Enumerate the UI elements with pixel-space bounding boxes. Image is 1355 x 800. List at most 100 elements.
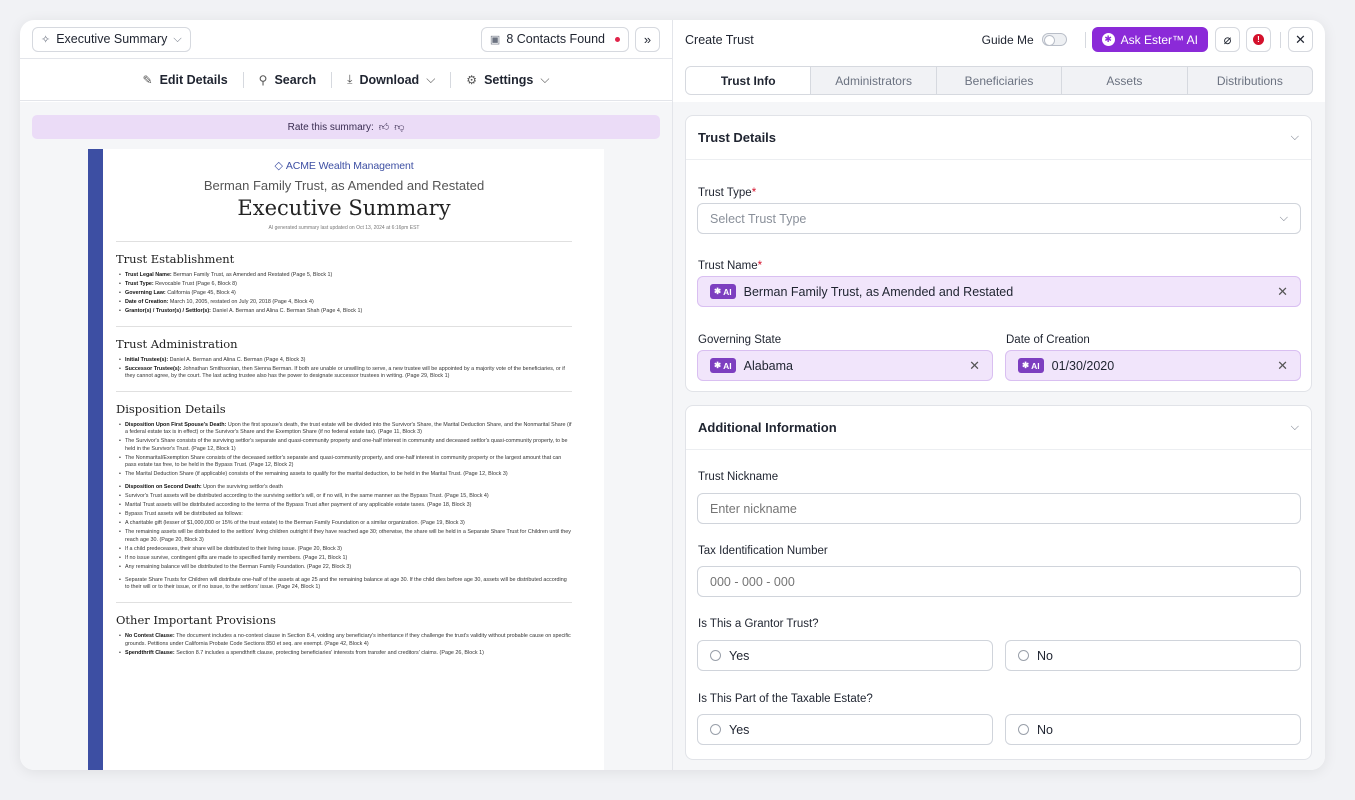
edit-details-button[interactable]: ✎ Edit Details (128, 73, 243, 87)
divider (116, 241, 572, 242)
ask-ester-button[interactable]: ✱ Ask Ester™ AI (1091, 27, 1208, 52)
document-viewer[interactable]: Rate this summary: 👍︎ 👎︎ ◇ ACME Wealth Ma… (20, 102, 672, 770)
ai-badge: ✱ AI (710, 358, 736, 373)
radio-button (1018, 724, 1029, 735)
summary-bullet: Successor Trustee(s): Johnathan Smithson… (116, 366, 572, 381)
summary-selector-label: Executive Summary (56, 32, 168, 46)
thumbs-down-icon[interactable]: 👎︎ (394, 121, 404, 133)
document-sections: Trust Establishment Trust Legal Name: Ber… (116, 252, 572, 657)
clear-icon[interactable]: ✕ (1277, 284, 1288, 300)
governing-state-value: Alabama (743, 358, 793, 373)
settings-button[interactable]: ⚙ Settings ⌵ (451, 72, 564, 87)
yes-label: Yes (729, 648, 750, 663)
bullet-text: California (Page 45, Block 4) (165, 289, 236, 296)
trust-details-header[interactable]: Trust Details ⌵ (686, 116, 1311, 160)
tab-distributions[interactable]: Distributions (1186, 67, 1312, 94)
tab-beneficiaries[interactable]: Beneficiaries (935, 67, 1061, 94)
pane-title: Create Trust (685, 32, 754, 47)
rate-summary-bar: Rate this summary: 👍︎ 👎︎ (32, 115, 660, 139)
section-heading: Disposition Details (116, 401, 226, 416)
summary-bullet: Survivor's Trust assets will be distribu… (116, 493, 572, 501)
taxable-no-option[interactable]: No (1005, 714, 1301, 745)
additional-info-header[interactable]: Additional Information ⌵ (686, 406, 1311, 450)
clear-icon[interactable]: ✕ (1277, 358, 1288, 374)
chevron-down-icon: ⌵ (173, 32, 182, 45)
summary-header: ✧ Executive Summary ⌵ ▣ 8 Contacts Found… (20, 20, 672, 59)
contact-card-icon: ▣ (489, 33, 501, 46)
tin-input[interactable] (698, 567, 1300, 596)
gear-icon: ⚙ (466, 72, 478, 87)
contacts-found-button[interactable]: ▣ 8 Contacts Found (480, 26, 629, 52)
chevron-down-icon: ⌵ (540, 72, 550, 86)
alert-icon: ! (1253, 34, 1264, 45)
section-heading: Other Important Provisions (116, 613, 276, 628)
bullet-text: Revocable Trust (Page 6, Block 8) (153, 280, 237, 287)
bullet-key: Spendthrift Clause: (125, 649, 175, 656)
summary-bullet: The Nonmarital/Exemption Share consists … (116, 455, 572, 470)
alert-button[interactable]: ! (1246, 27, 1271, 52)
search-button[interactable]: ⚲ Search (244, 73, 332, 87)
trust-name-field[interactable]: ✱ AI Berman Family Trust, as Amended and … (697, 276, 1301, 307)
diamond-logo-icon: ◇ (274, 160, 283, 172)
tab-trust-info[interactable]: Trust Info (686, 67, 811, 94)
brand-name: ACME Wealth Management (285, 160, 414, 172)
nickname-input-wrapper (697, 493, 1301, 524)
yes-label: Yes (729, 722, 750, 737)
summary-document: ◇ ACME Wealth Management Berman Family Tr… (88, 149, 604, 770)
guide-me-toggle[interactable] (1041, 33, 1067, 46)
document-subtitle: Berman Family Trust, as Amended and Rest… (203, 178, 485, 193)
document-content: ◇ ACME Wealth Management Berman Family Tr… (116, 149, 572, 659)
expand-pane-button[interactable]: » (635, 26, 660, 52)
summary-bullet: Disposition Upon First Spouse's Death: U… (116, 422, 572, 437)
thumbs-up-icon[interactable]: 👍︎ (379, 121, 389, 133)
rate-summary-label: Rate this summary: (287, 121, 374, 133)
summary-bullet: Grantor(s) / Trustor(s) / Settlor(s): Da… (116, 308, 572, 316)
download-button[interactable]: ⤓ Download ⌵ (332, 72, 450, 87)
radio-button (710, 650, 721, 661)
summary-selector[interactable]: ✧ Executive Summary ⌵ (32, 26, 191, 52)
trust-type-select[interactable]: Select Trust Type ⌵ (697, 203, 1301, 234)
bullet-key: Trust Legal Name: (125, 272, 172, 278)
summary-bullet: If a child predeceases, their share will… (116, 546, 572, 554)
grantor-no-option[interactable]: No (1005, 640, 1301, 671)
bullet-key: Disposition on Second Death: (125, 484, 202, 491)
document-toolbar: ✎ Edit Details ⚲ Search ⤓ Download ⌵ ⚙ S… (20, 59, 672, 101)
trust-type-label: Trust Type* (698, 187, 757, 199)
grantor-yes-option[interactable]: Yes (697, 640, 993, 671)
close-button[interactable]: ✕ (1288, 27, 1313, 52)
governing-state-label: Governing State (698, 334, 782, 346)
governing-state-field[interactable]: ✱ AI Alabama ✕ (697, 350, 993, 381)
summary-bullet: Separate Share Trusts for Children will … (116, 577, 572, 592)
bullet-text: Bypass Trust assets will be distributed … (125, 511, 243, 518)
no-label: No (1037, 648, 1053, 663)
attach-button[interactable]: ⌀ (1215, 27, 1240, 52)
ask-ester-label: Ask Ester™ AI (1120, 32, 1198, 47)
paperclip-icon: ⌀ (1223, 31, 1232, 47)
tab-assets[interactable]: Assets (1061, 67, 1186, 94)
create-trust-header: Create Trust Guide Me ✱ Ask Ester™ AI ⌀ … (673, 20, 1325, 59)
chevron-down-icon: ⌵ (1279, 212, 1288, 224)
summary-bullet: If no issue survive, contingent gifts ar… (116, 555, 572, 563)
tin-input-wrapper (697, 566, 1301, 597)
tab-administrators[interactable]: Administrators (810, 67, 935, 94)
bullet-key: Grantor(s) / Trustor(s) / Settlor(s): (125, 307, 211, 314)
bullet-key: Successor Trustee(s): (125, 365, 182, 372)
bullet-text: Daniel A. Berman and Alina C. Berman (Pa… (168, 356, 306, 363)
summary-bullet: Marital Trust assets will be distributed… (116, 502, 572, 510)
no-label: No (1037, 722, 1053, 737)
nickname-input[interactable] (698, 494, 1300, 523)
ai-badge: ✱ AI (710, 284, 736, 299)
header-divider (1084, 31, 1086, 48)
bullet-text: Section 8.7 includes a spendthrift claus… (174, 649, 484, 656)
bullet-text: Upon the surviving settlor's death (201, 484, 283, 491)
section-heading: Trust Establishment (116, 252, 235, 266)
date-of-creation-field[interactable]: ✱ AI 01/30/2020 ✕ (1005, 350, 1301, 381)
clear-icon[interactable]: ✕ (969, 358, 980, 374)
trust-details-heading: Trust Details (698, 130, 777, 145)
taxable-yes-option[interactable]: Yes (697, 714, 993, 745)
trust-details-card: Trust Details ⌵ Trust Type* Select Trust… (685, 115, 1312, 392)
bullet-text: Johnathan Smithsonian, then Sienna Berma… (125, 365, 565, 380)
bullet-text: The remaining assets will be distributed… (125, 529, 571, 543)
grantor-trust-label: Is This a Grantor Trust? (698, 618, 819, 630)
pencil-icon: ✎ (142, 72, 153, 87)
